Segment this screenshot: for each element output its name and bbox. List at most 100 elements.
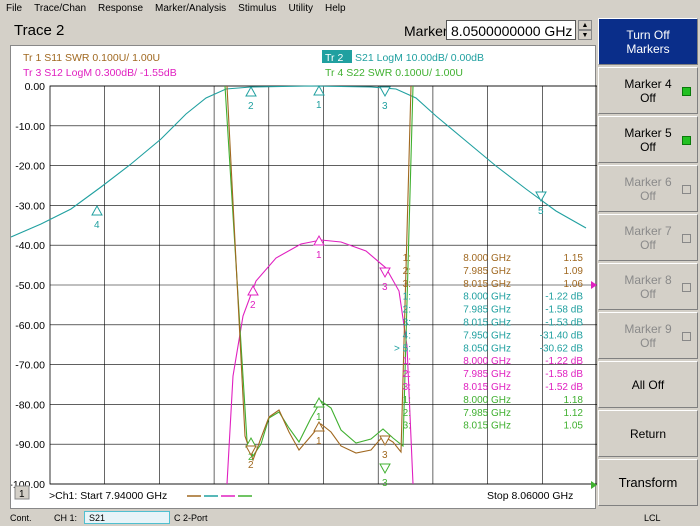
trace-title: Trace 2 <box>14 22 65 39</box>
softkey-transform[interactable]: Transform <box>598 459 698 506</box>
local-indicator: LCL <box>644 513 661 523</box>
s12-2-marker-number: 2 <box>250 300 256 311</box>
trace-markers: 12 345123123123 <box>91 84 597 489</box>
softkey-turn-off-markers[interactable]: Turn Off Markers <box>598 18 698 65</box>
marker-row-frequency: 8.000 GHz <box>463 395 511 406</box>
s11-1-marker <box>313 420 325 432</box>
marker-row-index: 3: <box>403 318 411 329</box>
plot-footer: 1 >Ch1: Start 7.94000 GHz Stop 8.06000 G… <box>14 485 573 502</box>
marker-row-index: 3: <box>403 382 411 393</box>
s22-3-marker-number: 3 <box>382 478 388 489</box>
softkey-marker-6-off[interactable]: Marker 6 Off <box>598 165 698 212</box>
softkey-all-off[interactable]: All Off <box>598 361 698 408</box>
calibration-status: C 2-Port <box>174 513 208 523</box>
s21-4-marker-number: 4 <box>94 220 100 231</box>
y-tick-label: -20.00 <box>15 161 45 173</box>
marker-row-index: > 5: <box>394 343 411 354</box>
spin-up-icon[interactable]: ▲ <box>578 20 592 30</box>
status-led-icon <box>682 283 691 292</box>
menu-help[interactable]: Help <box>319 3 352 14</box>
marker-row-frequency: 8.050 GHz <box>463 343 511 354</box>
title-bar: Trace 2 Marker 5 8.0500000000 GHz ▲ ▼ <box>0 18 596 44</box>
s21-2-marker-number: 2 <box>248 101 254 112</box>
marker-row-frequency: 8.000 GHz <box>463 253 511 264</box>
softkey-marker-7-off[interactable]: Marker 7 Off <box>598 214 698 261</box>
menu-stimulus[interactable]: Stimulus <box>232 3 282 14</box>
y-tick-label: -80.00 <box>15 399 45 411</box>
marker-row-frequency: 8.015 GHz <box>463 279 511 290</box>
s21-2-marker <box>245 85 257 97</box>
softkey-return[interactable]: Return <box>598 410 698 457</box>
plot-grid <box>49 85 597 485</box>
y-tick-label: -40.00 <box>15 240 45 252</box>
legend-tr2: S21 LogM 10.00dB/ 0.00dB <box>355 52 484 64</box>
marker-row-value: -1.22 dB <box>545 356 583 367</box>
s11-2-marker-number: 2 <box>248 460 254 471</box>
marker-row-frequency: 8.015 GHz <box>463 318 511 329</box>
menu-file[interactable]: File <box>0 3 28 14</box>
y-tick-label: -60.00 <box>15 320 45 332</box>
spin-down-icon[interactable]: ▼ <box>578 30 592 40</box>
softkey-marker-5-off[interactable]: Marker 5 Off <box>598 116 698 163</box>
s21-1-marker <box>313 84 325 96</box>
softkey-marker-8-off[interactable]: Marker 8 Off <box>598 263 698 310</box>
legend-tr4: Tr 4 S22 SWR 0.100U/ 1.00U <box>325 67 463 79</box>
y-tick-label: -30.00 <box>15 200 45 212</box>
marker-row-frequency: 7.985 GHz <box>463 305 511 316</box>
y-tick-label: -10.00 <box>15 121 45 133</box>
status-led-icon <box>682 332 691 341</box>
marker-row-index: 2: <box>403 408 411 419</box>
softkey-marker-4-off[interactable]: Marker 4 Off <box>598 67 698 114</box>
softkey-sublabel: Markers <box>626 41 670 56</box>
frequency-spinner[interactable]: ▲ ▼ <box>578 20 592 41</box>
status-bar: Cont. CH 1: S21 C 2-Port LCL <box>0 510 700 526</box>
marker-row-index: 2: <box>403 305 411 316</box>
menu-response[interactable]: Response <box>92 3 149 14</box>
marker-row-frequency: 7.985 GHz <box>463 369 511 380</box>
marker-row-value: -1.53 dB <box>545 318 583 329</box>
marker-row-value: -1.52 dB <box>545 382 583 393</box>
marker-row-value: 1.09 <box>564 266 584 277</box>
s12-1-marker-number: 1 <box>316 250 322 261</box>
marker-row-value: -31.40 dB <box>540 330 584 341</box>
softkey-label: Turn Off <box>626 27 670 42</box>
status-led-icon <box>682 234 691 243</box>
trace-plot-area[interactable]: 0.00 -10.00 -20.00 -30.00 -40.00 -50.00 -60.00… <box>10 45 597 509</box>
start-frequency: >Ch1: Start 7.94000 GHz <box>49 490 167 502</box>
channel-label: CH 1: <box>54 513 78 523</box>
marker-row-index: 2: <box>403 369 411 380</box>
y-tick-label: -50.00 <box>15 280 45 292</box>
menu-marker-analysis[interactable]: Marker/Analysis <box>149 3 232 14</box>
softkey-marker-9-off[interactable]: Marker 9 Off <box>598 312 698 359</box>
softkey-label: Return <box>629 426 667 441</box>
marker-row-frequency: 7.950 GHz <box>463 330 511 341</box>
trace-legend: Tr 1 S11 SWR 0.100U/ 1.00U Tr 3 S12 LogM… <box>23 50 484 79</box>
s12-2-marker <box>247 284 259 296</box>
marker-row-frequency: 7.985 GHz <box>463 266 511 277</box>
s11-3-marker <box>379 435 391 447</box>
marker-row-value: -30.62 dB <box>540 343 584 354</box>
marker-row-index: 1: <box>403 292 411 303</box>
menu-utility[interactable]: Utility <box>283 3 319 14</box>
marker-row-index: 1: <box>403 253 411 264</box>
marker-row-index: 3: <box>403 421 411 432</box>
active-parameter[interactable]: S21 <box>84 511 170 524</box>
menu-trace-chan[interactable]: Trace/Chan <box>28 3 92 14</box>
marker-row-value: -1.22 dB <box>545 292 583 303</box>
marker-row-frequency: 7.985 GHz <box>463 408 511 419</box>
channel-number: 1 <box>19 489 25 500</box>
s21-5-marker <box>535 191 547 203</box>
y-tick-label: -70.00 <box>15 360 45 372</box>
s12-3-marker-number: 3 <box>382 282 388 293</box>
status-led-icon <box>682 136 691 145</box>
marker-row-value: -1.58 dB <box>545 305 583 316</box>
marker-row-index: 4: <box>403 330 411 341</box>
s21-1-marker-number: 1 <box>316 100 322 111</box>
marker-row-value: 1.18 <box>564 395 584 406</box>
marker-row-frequency: 8.015 GHz <box>463 382 511 393</box>
marker-row-index: 1: <box>403 356 411 367</box>
s21-4-marker <box>91 204 103 216</box>
marker-row-frequency: 8.015 GHz <box>463 421 511 432</box>
s21-3-marker-number: 3 <box>382 101 388 112</box>
marker-frequency-input[interactable]: 8.0500000000 GHz <box>446 20 576 40</box>
